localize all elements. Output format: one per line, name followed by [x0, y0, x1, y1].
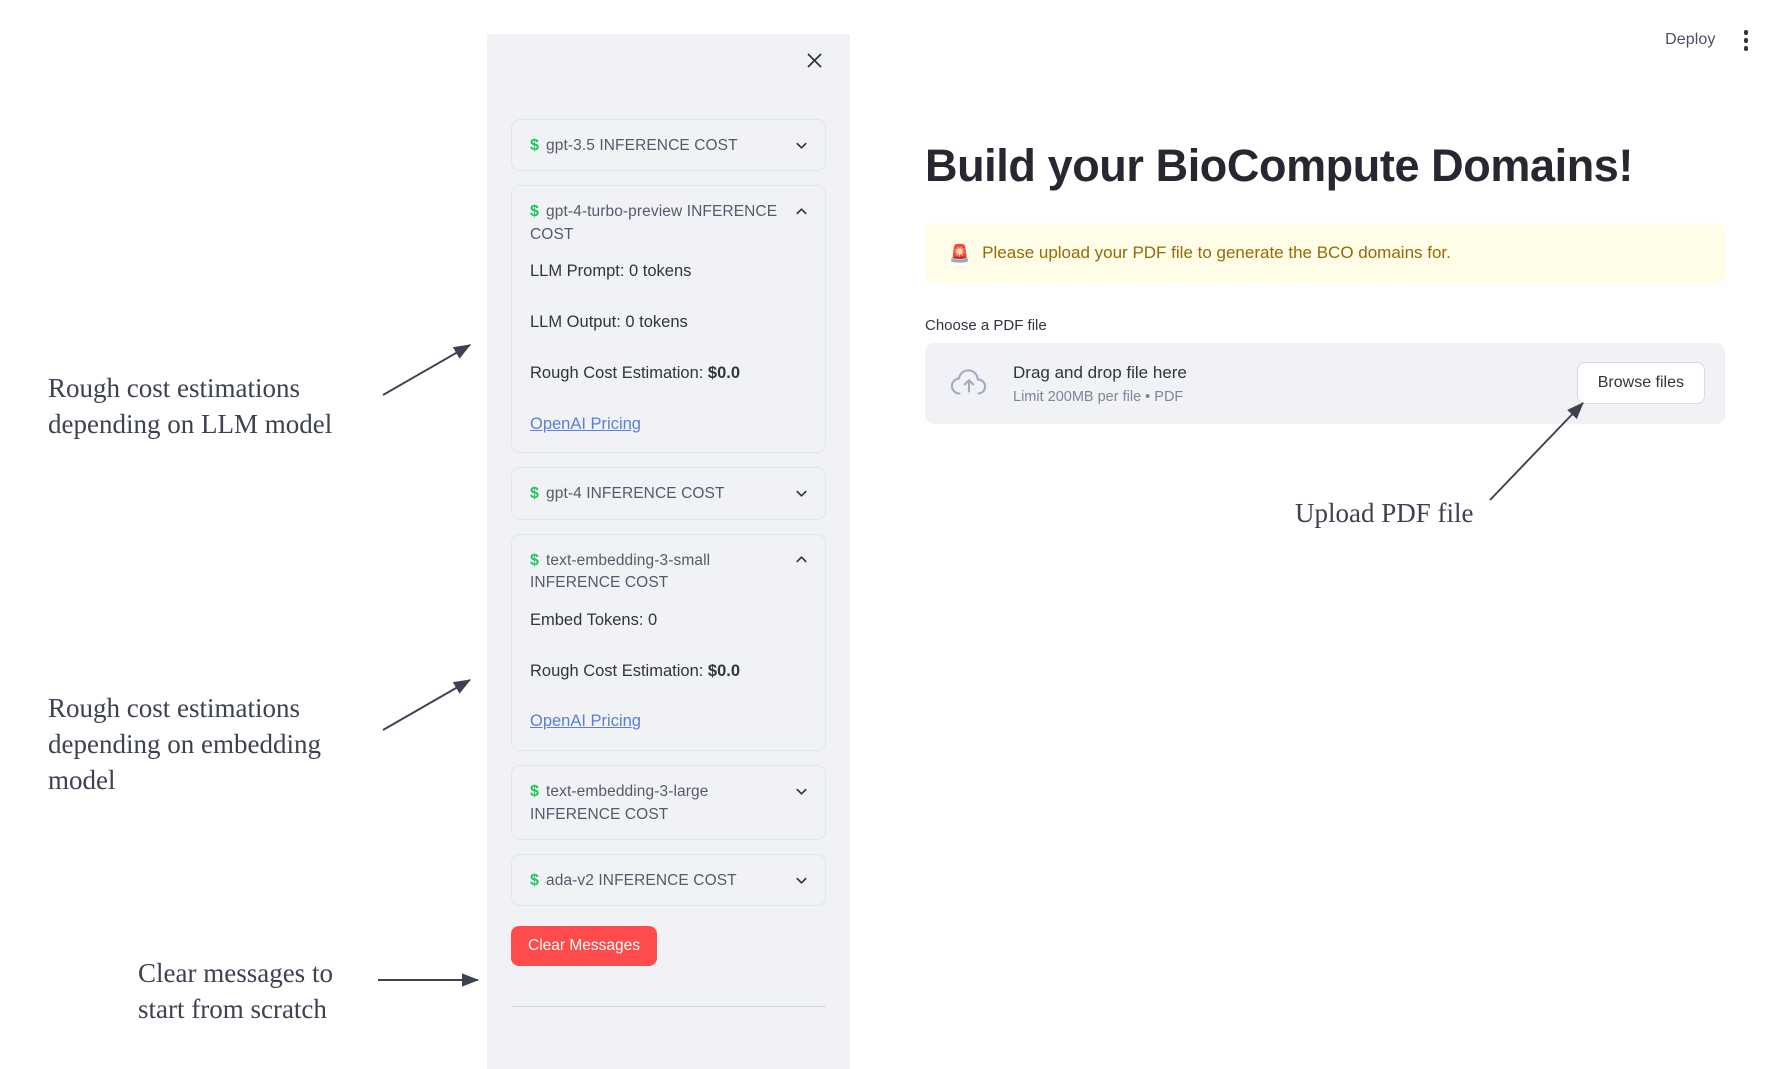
arrow-embedding-cost [382, 679, 471, 731]
expander-header[interactable]: $ gpt-4 INFERENCE COST [512, 468, 825, 518]
cost-line: LLM Output: 0 tokens [530, 313, 688, 332]
dot [1743, 46, 1748, 51]
expander-title: $ gpt-4 INFERENCE COST [530, 485, 725, 503]
expander-title: $ text-embedding-3-small INFERENCE COST [530, 551, 711, 592]
dollar-icon: $ [530, 872, 539, 889]
top-toolbar: Deploy [1665, 26, 1754, 55]
expander-body: Embed Tokens: 0 Rough Cost Estimation: $0… [512, 608, 825, 734]
pricing-link-row: OpenAI Pricing [530, 412, 807, 437]
clear-messages-button[interactable]: Clear Messages [511, 926, 657, 967]
inference-cost-expander-list: $ gpt-3.5 INFERENCE COST $ gpt-4-turbo-prev… [511, 119, 826, 907]
annotation-clear-messages: Clear messages to start from scratch [138, 958, 333, 1025]
cost-line-label: Rough Cost Estimation: [530, 363, 708, 382]
file-uploader-text: Drag and drop file here Limit 200MB per … [1013, 362, 1557, 405]
expander-gpt-4-turbo-preview: $ gpt-4-turbo-preview INFERENCE COST LLM P… [511, 185, 826, 454]
chevron-down-icon[interactable] [793, 482, 809, 504]
expander-header[interactable]: $ text-embedding-3-large INFERENCE COST [512, 766, 825, 839]
annotation-upload-pdf: Upload PDF file [1295, 498, 1474, 528]
dollar-icon: $ [530, 551, 539, 569]
expander-header[interactable]: $ gpt-4-turbo-preview INFERENCE COST [512, 186, 825, 259]
cost-line: LLM Prompt: 0 tokens [530, 262, 692, 281]
dollar-icon: $ [530, 485, 539, 503]
expander-header[interactable]: $ gpt-3.5 INFERENCE COST [512, 120, 825, 170]
file-limit-text: Limit 200MB per file • PDF [1013, 388, 1184, 405]
file-uploader-dropzone[interactable]: Drag and drop file here Limit 200MB per … [925, 343, 1725, 424]
expander-text-embedding-3-large: $ text-embedding-3-large INFERENCE COST [511, 765, 826, 840]
openai-pricing-link[interactable]: OpenAI Pricing [530, 415, 641, 433]
vertical-dots-icon[interactable] [1738, 26, 1755, 55]
siren-icon: 🚨 [949, 243, 971, 263]
expander-ada-v2: $ ada-v2 INFERENCE COST [511, 854, 826, 907]
arrow-llm-cost [382, 344, 471, 396]
expander-header[interactable]: $ text-embedding-3-small INFERENCE COST [512, 535, 825, 608]
dot [1743, 38, 1748, 43]
dot [1743, 30, 1748, 35]
chevron-down-icon[interactable] [793, 780, 809, 802]
warning-text: Please upload your PDF file to generate … [982, 243, 1451, 262]
cost-line-value: $0.0 [707, 363, 741, 382]
cost-line: Rough Cost Estimation: $0.0 [530, 659, 807, 684]
expander-header[interactable]: $ ada-v2 INFERENCE COST [512, 855, 825, 905]
annotation-llm-cost: Rough cost estimations depending on LLM … [48, 373, 333, 440]
file-uploader-label: Choose a PDF file [925, 317, 1047, 334]
drag-drop-text: Drag and drop file here [1013, 363, 1187, 382]
pricing-link-row: OpenAI Pricing [530, 709, 807, 734]
expander-title: $ gpt-3.5 INFERENCE COST [530, 137, 738, 154]
cost-line-label: Rough Cost Estimation: [530, 661, 708, 680]
openai-pricing-link[interactable]: OpenAI Pricing [530, 712, 641, 730]
dollar-icon: $ [530, 783, 539, 801]
close-icon[interactable] [800, 46, 828, 74]
expander-gpt-3.5: $ gpt-3.5 INFERENCE COST [511, 119, 826, 172]
annotation-embedding-cost: Rough cost estimations depending on embe… [48, 693, 321, 796]
expander-gpt-4: $ gpt-4 INFERENCE COST [511, 467, 826, 520]
browse-files-button[interactable]: Browse files [1576, 362, 1705, 405]
warning-banner: 🚨 Please upload your PDF file to generat… [925, 223, 1725, 283]
cloud-upload-icon [945, 367, 993, 399]
expander-title: $ gpt-4-turbo-preview INFERENCE COST [530, 203, 778, 243]
dollar-icon: $ [530, 203, 539, 221]
chevron-down-icon[interactable] [793, 869, 809, 891]
expander-text-embedding-3-small: $ text-embedding-3-small INFERENCE COST Em… [511, 533, 826, 752]
chevron-up-icon[interactable] [793, 200, 809, 222]
cost-line: Embed Tokens: 0 [530, 610, 658, 629]
expander-title: $ text-embedding-3-large INFERENCE COST [530, 783, 709, 823]
chevron-up-icon[interactable] [793, 549, 809, 571]
chevron-down-icon[interactable] [793, 134, 809, 156]
page-title: Build your BioCompute Domains! [925, 140, 1634, 191]
dollar-icon: $ [530, 137, 539, 154]
sidebar-divider [511, 1006, 826, 1008]
main-content: Build your BioCompute Domains! 🚨 Please … [925, 0, 1725, 424]
cost-line-value: $0.0 [707, 661, 741, 680]
deploy-button[interactable]: Deploy [1665, 31, 1715, 49]
expander-body: LLM Prompt: 0 tokens LLM Output: 0 tokens… [512, 259, 825, 436]
cost-line: Rough Cost Estimation: $0.0 [530, 361, 807, 386]
expander-title: $ ada-v2 INFERENCE COST [530, 872, 737, 889]
sidebar: $ gpt-3.5 INFERENCE COST $ gpt-4-turbo-prev… [487, 34, 850, 1069]
